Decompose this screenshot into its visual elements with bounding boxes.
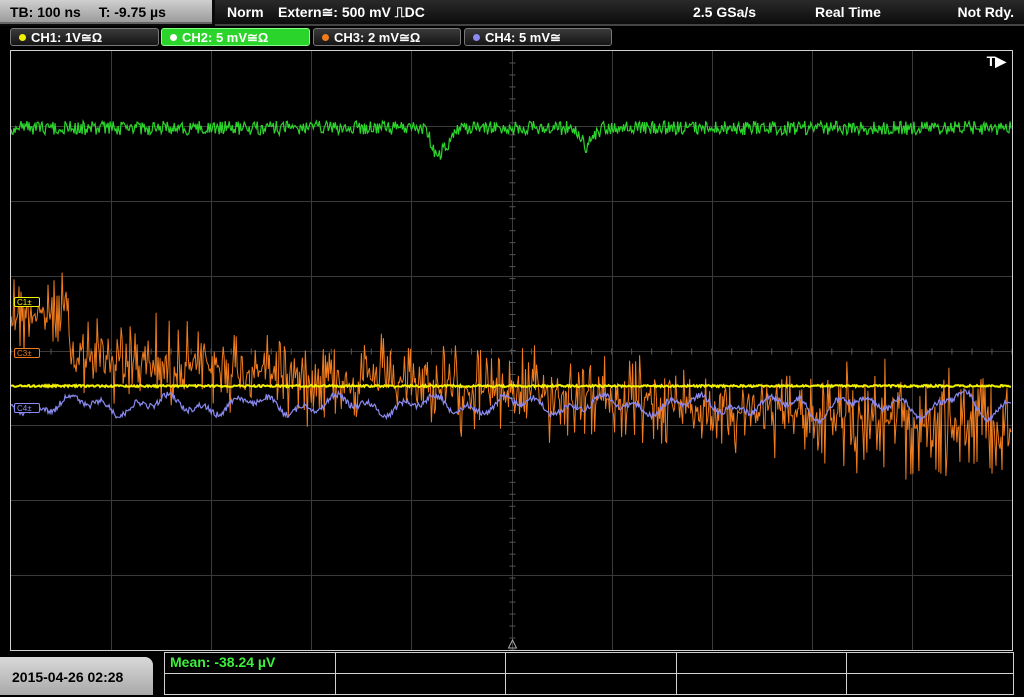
ch3-dot-icon: [322, 34, 329, 41]
ch4-reference-marker[interactable]: C4±: [14, 403, 40, 413]
ch4-label: CH4: 5 mV≅: [485, 30, 561, 45]
trigger-position-marker[interactable]: T▶: [987, 53, 1006, 70]
measurement-panel[interactable]: Mean: -38.24 µV: [164, 652, 1014, 695]
ch3-waveform: [11, 272, 1012, 480]
measurement-divider: [335, 653, 336, 694]
trigger-time-label: T: -9.75 µs: [98, 4, 166, 20]
status-bar: TB: 100 ns T: -9.75 µs Norm Extern≅: 500…: [0, 0, 1024, 26]
mean-measurement: Mean: -38.24 µV: [170, 654, 276, 670]
measurement-row: [165, 674, 1013, 695]
channel-tab-ch3[interactable]: CH3: 2 mV≅Ω: [313, 28, 461, 46]
trigger-mode: Norm: [227, 4, 264, 20]
ch3-reference-marker[interactable]: C3±: [14, 348, 40, 358]
channel-tab-ch1[interactable]: CH1: 1V≅Ω: [10, 28, 159, 46]
date-time-display: 2015-04-26 02:28: [0, 657, 153, 695]
waveform-canvas: [11, 51, 1012, 650]
channel-tab-ch2[interactable]: CH2: 5 mV≅Ω: [161, 28, 310, 46]
ch1-label: CH1: 1V≅Ω: [31, 30, 103, 45]
measurement-divider: [505, 653, 506, 694]
trigger-source: Extern≅: 500 mV ⎍DC: [278, 4, 425, 20]
channel-tab-ch4[interactable]: CH4: 5 mV≅: [464, 28, 612, 46]
acquisition-state: Not Rdy.: [957, 4, 1014, 20]
ch1-dot-icon: [19, 34, 26, 41]
measurement-divider: [676, 653, 677, 694]
timebase-label: TB: 100 ns: [10, 4, 81, 20]
ch1-reference-marker[interactable]: C1±: [14, 297, 40, 307]
measurement-divider: [846, 653, 847, 694]
ch2-label: CH2: 5 mV≅Ω: [182, 30, 269, 45]
trigger-info-bar[interactable]: Norm Extern≅: 500 mV ⎍DC 2.5 GSa/s Real …: [215, 0, 1024, 26]
timebase-box[interactable]: TB: 100 ns T: -9.75 µs: [0, 0, 212, 24]
ch2-dot-icon: [170, 34, 177, 41]
measurement-row: [165, 653, 1013, 674]
ch4-dot-icon: [473, 34, 480, 41]
waveform-display[interactable]: C1± C3± C4± T▶: [10, 50, 1013, 651]
ch3-label: CH3: 2 mV≅Ω: [334, 30, 421, 45]
sample-rate: 2.5 GSa/s: [693, 4, 757, 20]
acquisition-mode: Real Time: [815, 4, 881, 20]
